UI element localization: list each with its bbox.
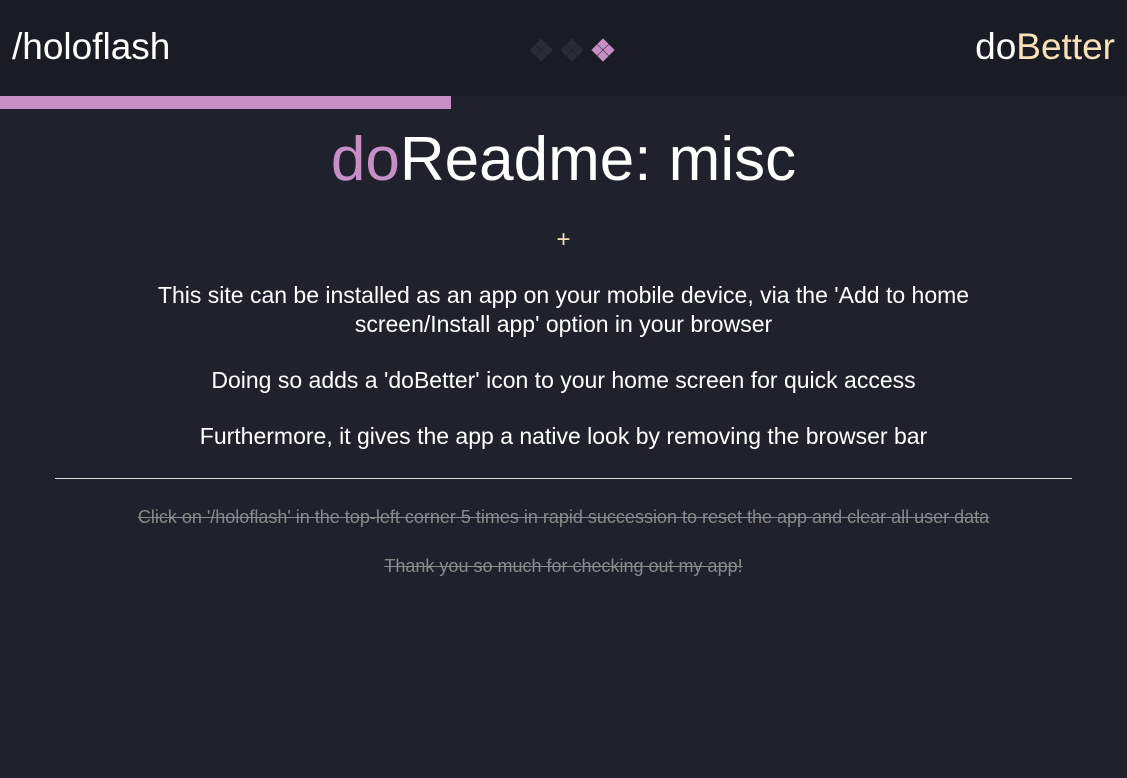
step-indicator bbox=[529, 38, 615, 62]
divider bbox=[55, 478, 1072, 479]
holoflash-reset-link[interactable]: /holoflash bbox=[12, 26, 170, 68]
page-title: doReadme: misc bbox=[0, 124, 1127, 196]
progress-bar bbox=[0, 96, 1127, 109]
page-title-prefix: do bbox=[330, 125, 400, 194]
logo-prefix: do bbox=[975, 26, 1017, 67]
readme-content: This site can be installed as an app on … bbox=[130, 281, 997, 478]
footer-note-reset: Click on '/holoflash' in the top-left co… bbox=[137, 507, 990, 527]
footer-notes: Click on '/holoflash' in the top-left co… bbox=[100, 506, 1027, 604]
top-bar: /holoflash doBetter bbox=[0, 0, 1127, 96]
dobetter-logo: doBetter bbox=[975, 26, 1115, 68]
step-2-diamond-icon bbox=[560, 38, 584, 62]
logo-suffix: Better bbox=[1016, 26, 1115, 67]
progress-bar-fill bbox=[0, 96, 451, 109]
add-button[interactable]: + bbox=[0, 226, 1127, 254]
step-3-diamond-icon bbox=[591, 38, 615, 62]
paragraph-icon: Doing so adds a 'doBetter' icon to your … bbox=[211, 367, 916, 393]
footer-note-thanks: Thank you so much for checking out my ap… bbox=[384, 556, 743, 576]
paragraph-install: This site can be installed as an app on … bbox=[157, 282, 970, 337]
paragraph-native-look: Furthermore, it gives the app a native l… bbox=[199, 423, 928, 449]
page-title-rest: Readme: misc bbox=[399, 125, 797, 194]
step-1-diamond-icon bbox=[529, 38, 553, 62]
